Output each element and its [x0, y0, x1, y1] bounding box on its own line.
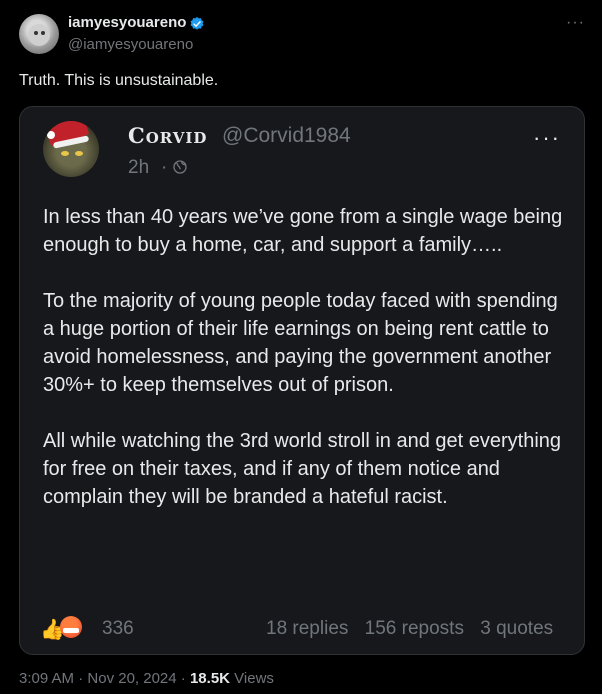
avatar-eye: [34, 31, 38, 35]
avatar-eye: [61, 151, 69, 156]
author-name[interactable]: iamyesyouareno: [68, 14, 186, 31]
quoted-author-avatar[interactable]: [43, 121, 99, 177]
reposts-count[interactable]: 156 reposts: [365, 618, 464, 639]
hat-pom-graphic: [47, 131, 55, 139]
views-label: Views: [234, 670, 274, 687]
quoted-stats: 18 replies 156 reposts 3 quotes: [266, 618, 564, 640]
quotes-count[interactable]: 3 quotes: [480, 618, 553, 639]
separator-dot: ·: [78, 670, 84, 687]
globe-icon: [173, 160, 187, 174]
quoted-paragraph: In less than 40 years we’ve gone from a …: [43, 206, 563, 256]
avatar-face: [28, 24, 50, 46]
quoted-paragraph: To the majority of young people today fa…: [43, 290, 558, 396]
quoted-author-name[interactable]: Corvid: [128, 123, 207, 148]
reaction-count: 336: [102, 618, 134, 639]
avatar-eye: [41, 31, 45, 35]
quoted-tweet-body: In less than 40 years we’ve gone from a …: [43, 203, 563, 539]
quoted-tweet-card[interactable]: Corvid @Corvid1984 2h · ··· In less than…: [19, 106, 585, 655]
post-date[interactable]: Nov 20, 2024: [87, 670, 176, 687]
avatar-eye: [75, 151, 83, 156]
quoted-more-options-button[interactable]: ···: [533, 125, 561, 151]
views-count: 18.5K: [189, 670, 230, 687]
quoted-timestamp[interactable]: 2h: [128, 157, 149, 179]
angry-face-icon: [60, 616, 82, 638]
more-options-button[interactable]: ···: [566, 14, 585, 32]
reactions-button[interactable]: 👍: [40, 615, 82, 641]
separator-dot: ·: [161, 157, 168, 178]
post-time[interactable]: 3:09 AM: [19, 670, 74, 687]
separator-dot: ·: [180, 670, 186, 687]
quoted-paragraph: All while watching the 3rd world stroll …: [43, 430, 562, 508]
tweet-meta: 3:09 AM · Nov 20, 2024 · 18.5K Views: [19, 670, 274, 687]
quoted-author-handle[interactable]: @Corvid1984: [222, 124, 351, 148]
replies-count[interactable]: 18 replies: [266, 618, 348, 639]
author-avatar[interactable]: [19, 14, 59, 54]
tweet-text: Truth. This is unsustainable.: [19, 72, 219, 89]
emoji-mouth-graphic: [63, 628, 79, 633]
verified-badge-icon: [190, 17, 204, 30]
author-handle[interactable]: @iamyesyouareno: [68, 36, 193, 53]
